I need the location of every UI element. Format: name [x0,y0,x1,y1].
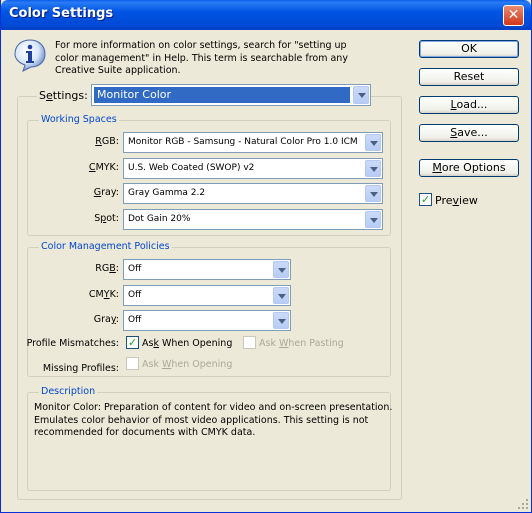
description-text: Monitor Color: Preparation of content fo… [34,402,393,438]
ask-when-opening-missing-label: Ask When Opening [142,359,233,370]
rgb-policy-label: RGB: [95,263,119,274]
close-button[interactable]: ✕ [503,5,524,26]
save-button[interactable]: Save... [419,124,519,142]
profile-mismatches-label: Profile Mismatches: [26,338,119,349]
ask-when-opening-mismatch-label[interactable]: Ask When Opening [142,338,232,349]
gray-policy-value: Off [128,315,142,325]
cmyk-working-space-dropdown[interactable]: U.S. Web Coated (SWOP) v2 [123,158,383,179]
gray-policy-dropdown[interactable]: Off [123,310,291,331]
ok-button[interactable]: OK [419,40,519,58]
gray-working-space-dropdown[interactable]: Gray Gamma 2.2 [123,183,383,204]
chevron-down-icon[interactable] [353,86,369,104]
rgb-working-label: RGB: [95,136,119,147]
gray-working-space-value: Gray Gamma 2.2 [128,188,206,198]
rgb-working-space-value: Monitor RGB - Samsung - Natural Color Pr… [128,137,358,147]
preview-checkbox[interactable]: ✓ [419,193,432,206]
ask-when-opening-missing-checkbox[interactable] [126,357,139,370]
description-title: Description [39,386,98,397]
cmyk-working-label: CMYK: [88,162,119,173]
cmyk-working-space-value: U.S. Web Coated (SWOP) v2 [128,163,255,173]
cmyk-policy-dropdown[interactable]: Off [123,285,291,306]
chevron-down-icon[interactable] [365,185,381,202]
chevron-down-icon[interactable] [365,160,381,177]
info-icon [14,39,46,72]
ask-when-pasting-checkbox[interactable] [243,336,256,349]
dialog-title: Color Settings [9,6,114,21]
chevron-down-icon[interactable] [365,134,381,151]
spot-working-label: Spot: [94,213,119,224]
spot-working-space-value: Dot Gain 20% [128,214,191,224]
cmyk-policy-label: CMYK: [88,289,119,300]
color-management-policies-title: Color Management Policies [39,241,172,252]
info-message: For more information on color settings, … [55,40,348,76]
gray-working-label: Gray: [93,187,119,198]
rgb-policy-dropdown[interactable]: Off [123,259,291,280]
gray-policy-label: Gray: [93,314,119,325]
title-bar[interactable]: Color Settings ✕ [1,0,531,30]
ask-when-opening-mismatch-checkbox[interactable]: ✓ [126,336,139,349]
rgb-working-space-dropdown[interactable]: Monitor RGB - Samsung - Natural Color Pr… [123,132,383,153]
color-settings-dialog: Color Settings ✕ For more information on… [0,0,532,513]
preview-label[interactable]: Preview [435,194,478,207]
rgb-policy-value: Off [128,264,142,274]
resize-grip-icon[interactable] [517,498,529,510]
load-button[interactable]: Load... [419,96,519,114]
more-options-button[interactable]: More Options [419,159,519,177]
reset-button[interactable]: Reset [419,68,519,86]
chevron-down-icon[interactable] [365,211,381,228]
chevron-down-icon[interactable] [273,287,289,304]
missing-profiles-label: Missing Profiles: [42,363,119,374]
settings-dropdown[interactable]: Monitor Color [91,84,371,106]
checkmark-icon: ✓ [421,193,431,206]
checkmark-icon: ✓ [128,336,138,349]
working-spaces-title: Working Spaces [39,114,119,125]
spot-working-space-dropdown[interactable]: Dot Gain 20% [123,209,383,230]
chevron-down-icon[interactable] [273,312,289,329]
ask-when-pasting-label: Ask When Pasting [259,338,344,349]
chevron-down-icon[interactable] [273,261,289,278]
cmyk-policy-value: Off [128,290,142,300]
settings-label: Settings: [37,89,90,102]
settings-selected-value: Monitor Color [94,87,350,103]
